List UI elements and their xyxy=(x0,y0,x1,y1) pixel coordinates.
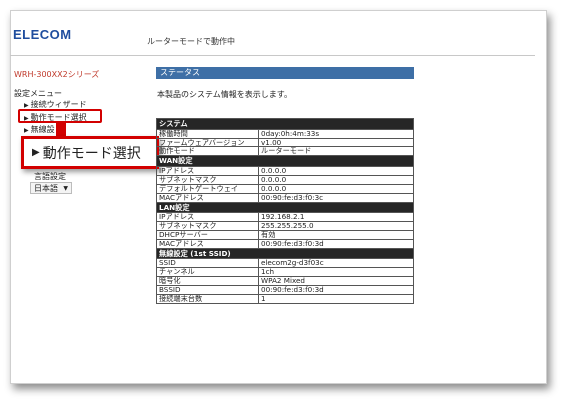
model-name: WRH-300XX2シリーズ xyxy=(14,70,100,79)
table-row: 稼働時間 0day:0h:4m:33s xyxy=(156,128,414,139)
row-label: ファームウェアバージョン xyxy=(156,137,259,148)
section-header-wireless: 無線設定 (1st SSID) xyxy=(156,247,414,260)
section-header-lan: LAN設定 xyxy=(156,201,414,214)
table-row: チャンネル 1ch xyxy=(156,267,414,278)
row-label: IPアドレス xyxy=(156,165,259,176)
section-title: LAN設定 xyxy=(156,201,414,214)
header-divider xyxy=(10,55,535,56)
table-row: 暗号化 WPA2 Mixed xyxy=(156,276,414,287)
row-label: MACアドレス xyxy=(156,238,259,249)
table-row: デフォルトゲートウェイ 0.0.0.0 xyxy=(156,183,414,194)
row-value: 1 xyxy=(258,293,414,304)
row-value: 00:90:fe:d3:f0:3c xyxy=(258,192,414,203)
settings-menu-title: 設定メニュー xyxy=(14,89,62,98)
section-header-system: システム xyxy=(156,118,414,130)
table-row: BSSID 00:90:fe:d3:f0:3d xyxy=(156,285,414,295)
table-row: MACアドレス 00:90:fe:d3:f0:3d xyxy=(156,238,414,249)
row-value: 00:90:fe:d3:f0:3d xyxy=(258,285,414,295)
row-value: 0.0.0.0 xyxy=(258,174,414,185)
callout-label: 動作モード選択 xyxy=(42,145,141,162)
table-row: ファームウェアバージョン v1.00 xyxy=(156,137,414,148)
row-label: 稼働時間 xyxy=(156,128,259,139)
language-select[interactable]: 日本語 ▼ xyxy=(30,182,72,194)
triangle-right-icon: ▶ xyxy=(24,102,29,109)
table-row: SSID elecom2g-d3f03c xyxy=(156,258,414,269)
row-value: 0.0.0.0 xyxy=(258,165,414,176)
row-value: 0day:0h:4m:33s xyxy=(258,128,414,139)
row-value: 192.168.2.1 xyxy=(258,212,414,223)
sidebar-item-wireless[interactable]: ▶ 無線設 xyxy=(24,124,55,135)
table-row: IPアドレス 192.168.2.1 xyxy=(156,212,414,223)
row-label: デフォルトゲートウェイ xyxy=(156,183,259,194)
triangle-right-icon: ▶ xyxy=(24,127,29,134)
table-row: DHCPサーバー 有効 xyxy=(156,229,414,240)
status-table: システム 稼働時間 0day:0h:4m:33s ファームウェアバージョン v1… xyxy=(156,118,414,304)
sidebar-item-label: 無線設 xyxy=(30,125,55,134)
operation-mode-status: ルーターモードで動作中 xyxy=(147,37,235,46)
row-value: ルーターモード xyxy=(258,146,414,157)
row-label: IPアドレス xyxy=(156,212,259,223)
page-title: ステータス xyxy=(156,67,414,79)
elecom-logo: ELECOM xyxy=(13,27,72,42)
section-title: WAN設定 xyxy=(156,155,414,167)
table-row: サブネットマスク 0.0.0.0 xyxy=(156,174,414,185)
triangle-right-icon: ▶ xyxy=(32,147,40,158)
row-value: elecom2g-d3f03c xyxy=(258,258,414,269)
row-value: WPA2 Mixed xyxy=(258,276,414,287)
row-label: サブネットマスク xyxy=(156,221,259,231)
row-value: 1ch xyxy=(258,267,414,278)
table-row: サブネットマスク 255.255.255.0 xyxy=(156,221,414,231)
row-label: サブネットマスク xyxy=(156,174,259,185)
section-title: システム xyxy=(156,118,414,130)
language-setting-title: 言語設定 xyxy=(34,172,66,181)
row-value: 0.0.0.0 xyxy=(258,183,414,194)
language-select-value: 日本語 xyxy=(34,184,58,193)
row-value: 255.255.255.0 xyxy=(258,221,414,231)
section-header-wan: WAN設定 xyxy=(156,155,414,167)
row-label: MACアドレス xyxy=(156,192,259,203)
highlight-box xyxy=(18,109,102,123)
chevron-down-icon: ▼ xyxy=(63,185,68,192)
page-description: 本製品のシステム情報を表示します。 xyxy=(157,90,292,99)
row-label: 動作モード xyxy=(156,146,259,157)
row-label: 接続端末台数 xyxy=(156,293,259,304)
table-row: MACアドレス 00:90:fe:d3:f0:3c xyxy=(156,192,414,203)
row-value: v1.00 xyxy=(258,137,414,148)
table-row: 接続端末台数 1 xyxy=(156,293,414,304)
section-title: 無線設定 (1st SSID) xyxy=(156,247,414,260)
table-row: 動作モード ルーターモード xyxy=(156,146,414,157)
sidebar-item-label: 接続ウィザード xyxy=(30,100,87,109)
row-label: チャンネル xyxy=(156,267,259,278)
row-value: 有効 xyxy=(258,229,414,240)
callout-connector xyxy=(56,123,66,137)
zoomed-callout-operation-mode: ▶ 動作モード選択 xyxy=(21,136,159,169)
table-row: IPアドレス 0.0.0.0 xyxy=(156,165,414,176)
row-label: DHCPサーバー xyxy=(156,229,259,240)
row-label: SSID xyxy=(156,258,259,269)
row-value: 00:90:fe:d3:f0:3d xyxy=(258,238,414,249)
row-label: 暗号化 xyxy=(156,276,259,287)
row-label: BSSID xyxy=(156,285,259,295)
